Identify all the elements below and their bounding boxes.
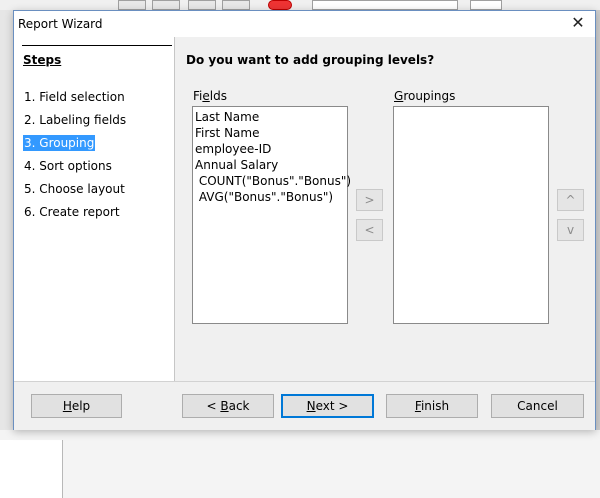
- background-left-panel: [0, 10, 14, 498]
- field-list-item[interactable]: First Name: [193, 125, 347, 141]
- field-list-item[interactable]: employee-ID: [193, 141, 347, 157]
- background-combo-box: [312, 0, 458, 10]
- fields-label: Fields: [193, 89, 227, 103]
- close-icon[interactable]: ✕: [569, 14, 587, 32]
- background-toolbar-button: [188, 0, 216, 10]
- step-item[interactable]: 6. Create report: [23, 204, 121, 220]
- steps-divider: [22, 45, 172, 46]
- step-item[interactable]: 3. Grouping: [23, 135, 96, 151]
- grouping-question: Do you want to add grouping levels?: [186, 53, 435, 67]
- cancel-button[interactable]: Cancel: [491, 394, 584, 418]
- background-lower-area: [0, 430, 600, 498]
- fields-listbox[interactable]: Last Name First Name employee-ID Annual Sal…: [192, 106, 351, 324]
- remove-grouping-button[interactable]: <: [356, 219, 383, 241]
- step-item[interactable]: 1. Field selection: [23, 89, 126, 105]
- groupings-label: Groupings: [394, 89, 456, 103]
- step-item[interactable]: 2. Labeling fields: [23, 112, 127, 128]
- finish-button[interactable]: Finish: [386, 394, 478, 418]
- background-stop-icon: [268, 0, 292, 10]
- field-list-item[interactable]: COUNT("Bonus"."Bonus"): [193, 173, 351, 189]
- background-toolbar-button: [222, 0, 250, 10]
- groupings-listbox[interactable]: [393, 106, 549, 324]
- help-button[interactable]: Help: [31, 394, 122, 418]
- background-right-strip: [596, 10, 600, 498]
- steps-panel: Steps 1. Field selection 2. Labeling fiel…: [14, 37, 175, 381]
- background-toolbar-button: [152, 0, 180, 10]
- step-item[interactable]: 4. Sort options: [23, 158, 113, 174]
- move-up-button[interactable]: ^: [557, 189, 584, 211]
- background-combo-box: [470, 0, 502, 10]
- dialog-titlebar: Report Wizard ✕: [14, 11, 595, 37]
- field-list-item[interactable]: Last Name: [193, 109, 347, 125]
- move-down-button[interactable]: v: [557, 219, 584, 241]
- field-list-item[interactable]: AVG("Bonus"."Bonus"): [193, 189, 347, 205]
- next-button[interactable]: Next >: [281, 394, 374, 418]
- background-toolbar-button: [118, 0, 146, 10]
- steps-heading: Steps: [23, 53, 62, 67]
- field-list-item[interactable]: Annual Salary: [193, 157, 347, 173]
- add-grouping-button[interactable]: >: [356, 189, 383, 211]
- back-button[interactable]: < Back: [182, 394, 274, 418]
- step-item[interactable]: 5. Choose layout: [23, 181, 126, 197]
- dialog-footer: Help < Back Next > Finish Cancel: [14, 381, 595, 430]
- background-lower-panel: [0, 440, 63, 498]
- report-wizard-dialog: Report Wizard ✕ Steps 1. Field selection…: [13, 10, 596, 430]
- dialog-title: Report Wizard: [18, 17, 103, 31]
